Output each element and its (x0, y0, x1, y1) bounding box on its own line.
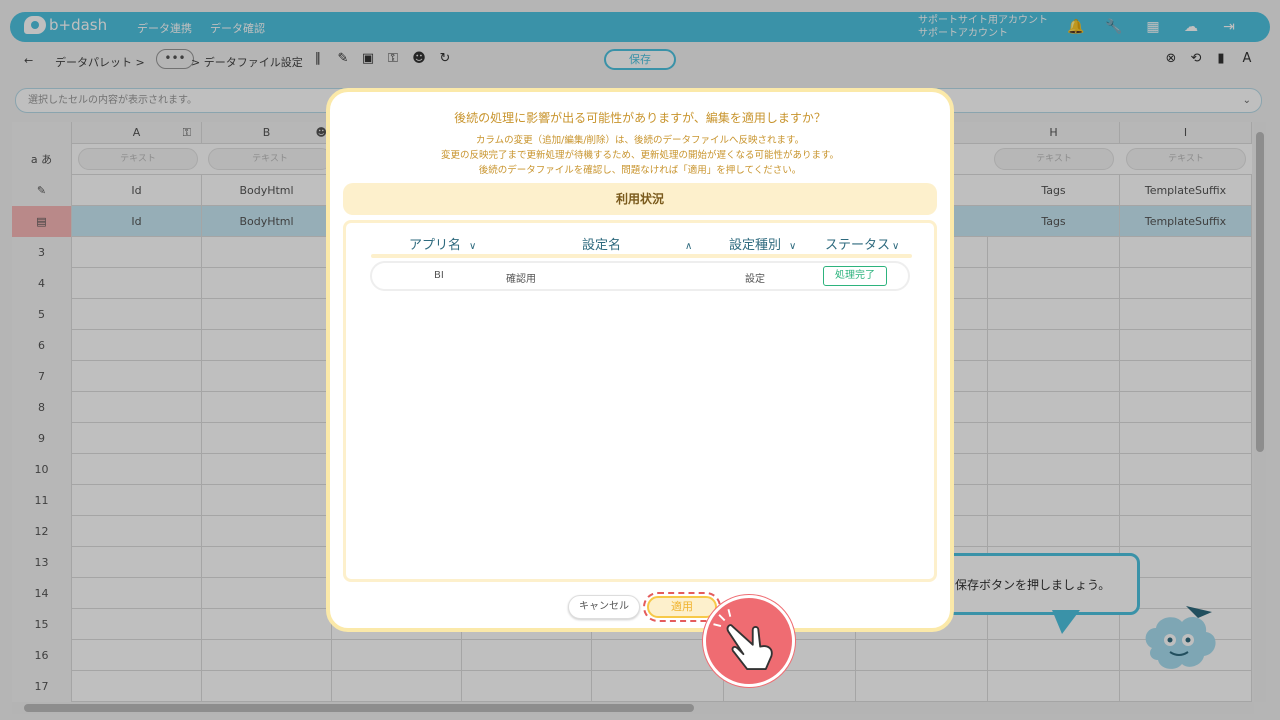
table-row[interactable]: BI 確認用 設定 処理完了 (370, 261, 910, 291)
header-divider (371, 254, 912, 258)
dialog-message-line: 変更の反映完了まで更新処理が待機するため、更新処理の開始が遅くなる可能性がありま… (440, 150, 840, 161)
chevron-down-icon: ∨ (892, 241, 900, 252)
column-label: ステータス (825, 238, 891, 253)
column-setting-type[interactable]: 設定種別 ∨ (729, 234, 796, 253)
dialog-message-line: 後続のデータファイルを確認し、問題なければ「適用」を押してください。 (478, 165, 802, 176)
dialog-message-line: カラムの変更（追加/編集/削除）は、後続のデータファイルへ反映されます。 (475, 135, 805, 146)
status-badge: 処理完了 (823, 266, 887, 286)
column-label: 設定名 (582, 238, 622, 253)
tap-hand-icon (703, 595, 795, 687)
app-name-cell: BI (434, 270, 444, 281)
apply-confirm-dialog: 後続の処理に影響が出る可能性がありますが、編集を適用しますか？ カラムの変更（追… (326, 88, 954, 632)
chevron-up-icon: ∧ (685, 241, 693, 252)
column-label: 設定種別 (729, 238, 782, 253)
chevron-down-icon: ∨ (789, 241, 797, 252)
column-label: アプリ名 (409, 238, 462, 253)
usage-table: アプリ名 ∨ 設定名 ∧ 設定種別 ∨ ステータス ∨ BI 確認用 設定 処理完了 (343, 220, 937, 582)
column-status[interactable]: ステータス ∨ (825, 234, 899, 253)
dialog-title: 後続の処理に影響が出る可能性がありますが、編集を適用しますか？ (454, 111, 826, 125)
setting-name-cell: 確認用 (506, 274, 536, 285)
column-app-name[interactable]: アプリ名 ∨ (409, 234, 476, 253)
cancel-button[interactable]: キャンセル (568, 595, 640, 619)
chevron-down-icon: ∨ (469, 241, 477, 252)
setting-type-cell: 設定 (745, 274, 765, 285)
apply-button[interactable]: 適用 (647, 596, 717, 618)
column-setting-name[interactable]: 設定名 ∧ (582, 234, 692, 253)
usage-section-title: 利用状況 (343, 183, 937, 215)
